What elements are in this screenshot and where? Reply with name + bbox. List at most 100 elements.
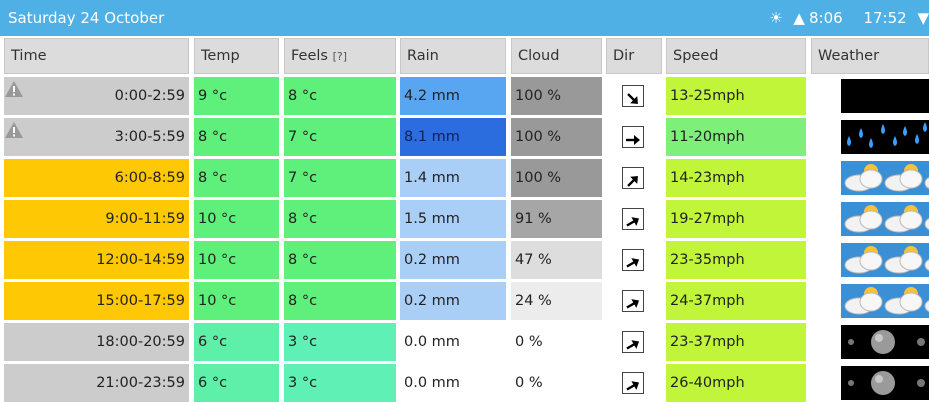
wind-direction-cell [606, 241, 662, 279]
weather-cell [811, 200, 929, 238]
wind-arrow-icon [622, 372, 644, 394]
temp-cell: 6 °c [194, 364, 279, 402]
speed-cell: 14-23mph [666, 159, 806, 197]
sunrise-up-icon: ▲ [793, 9, 805, 27]
feels-cell: 8 °c [284, 241, 396, 279]
weather-cell [811, 159, 929, 197]
table-header-row: Time Temp Feels [?] Rain Cloud Dir Speed… [0, 38, 929, 76]
rain-cell: 4.2 mm [400, 77, 506, 115]
table-row: 0:00-2:59 9 °c 8 °c 4.2 mm 100 % 13-25mph [0, 77, 929, 115]
partly-cloudy-icon [841, 243, 929, 277]
wind-direction-cell [606, 323, 662, 361]
day-header-bar: Saturday 24 October ☀ ▲ 8:06 17:52 ▼ [0, 0, 929, 36]
night-moon-icon [841, 366, 929, 400]
col-header-temp[interactable]: Temp [194, 38, 279, 74]
temp-cell: 6 °c [194, 323, 279, 361]
wind-arrow-icon [622, 85, 644, 107]
partly-cloudy-icon [841, 202, 929, 236]
col-header-dir[interactable]: Dir [606, 38, 662, 74]
wind-direction-cell [606, 159, 662, 197]
sun-times: ☀ ▲ 8:06 17:52 ▼ [763, 9, 929, 27]
cloud-cell: 47 % [511, 241, 602, 279]
speed-cell: 23-35mph [666, 241, 806, 279]
temp-cell: 10 °c [194, 200, 279, 238]
wind-arrow-icon [622, 208, 644, 230]
cloud-cell: 0 % [511, 323, 602, 361]
night-moon-icon [841, 325, 929, 359]
cloud-cell: 24 % [511, 282, 602, 320]
table-row: 9:00-11:59 10 °c 8 °c 1.5 mm 91 % 19-27mph [0, 200, 929, 238]
partly-cloudy-icon [841, 284, 929, 318]
wind-direction-cell [606, 200, 662, 238]
rain-cell: 1.5 mm [400, 200, 506, 238]
time-cell: 21:00-23:59 [4, 364, 189, 402]
col-header-feels[interactable]: Feels [?] [284, 38, 396, 74]
speed-cell: 11-20mph [666, 118, 806, 156]
time-cell: 0:00-2:59 [4, 77, 189, 115]
speed-cell: 24-37mph [666, 282, 806, 320]
feels-cell: 3 °c [284, 323, 396, 361]
feels-cell: 7 °c [284, 118, 396, 156]
night-clear-icon [841, 79, 929, 113]
col-header-cloud[interactable]: Cloud [511, 38, 602, 74]
feels-cell: 3 °c [284, 364, 396, 402]
speed-cell: 19-27mph [666, 200, 806, 238]
feels-label: Feels [291, 48, 328, 64]
time-cell: 12:00-14:59 [4, 241, 189, 279]
feels-cell: 7 °c [284, 159, 396, 197]
table-row: 6:00-8:59 8 °c 7 °c 1.4 mm 100 % 14-23mph [0, 159, 929, 197]
temp-cell: 8 °c [194, 159, 279, 197]
time-cell: 18:00-20:59 [4, 323, 189, 361]
sunset-down-icon: ▼ [917, 9, 929, 27]
sun-icon: ☀ [769, 9, 783, 27]
warning-icon[interactable] [4, 121, 24, 139]
feels-help-link[interactable]: [?] [333, 50, 347, 63]
table-row: 15:00-17:59 10 °c 8 °c 0.2 mm 24 % 24-37mph [0, 282, 929, 320]
time-cell: 3:00-5:59 [4, 118, 189, 156]
cloud-cell: 91 % [511, 200, 602, 238]
weather-cell [811, 323, 929, 361]
wind-direction-cell [606, 118, 662, 156]
wind-arrow-icon [622, 167, 644, 189]
col-header-speed[interactable]: Speed [666, 38, 806, 74]
cloud-cell: 0 % [511, 364, 602, 402]
warning-icon[interactable] [4, 80, 24, 98]
wind-arrow-icon [622, 126, 644, 148]
feels-cell: 8 °c [284, 77, 396, 115]
cloud-cell: 100 % [511, 159, 602, 197]
wind-arrow-icon [622, 331, 644, 353]
temp-cell: 8 °c [194, 118, 279, 156]
weather-cell [811, 77, 929, 115]
wind-direction-cell [606, 282, 662, 320]
partly-cloudy-icon [841, 161, 929, 195]
rain-cell: 0.2 mm [400, 282, 506, 320]
sunrise-time: 8:06 [808, 9, 843, 27]
table-row: 3:00-5:59 8 °c 7 °c 8.1 mm 100 % 11-20mph [0, 118, 929, 156]
rain-cell: 0.0 mm [400, 323, 506, 361]
col-header-weather[interactable]: Weather [811, 38, 929, 74]
wind-arrow-icon [622, 249, 644, 271]
temp-cell: 10 °c [194, 282, 279, 320]
wind-direction-cell [606, 77, 662, 115]
col-header-rain[interactable]: Rain [400, 38, 506, 74]
temp-cell: 10 °c [194, 241, 279, 279]
rain-cell: 1.4 mm [400, 159, 506, 197]
heavy-rain-icon [841, 120, 929, 154]
rain-cell: 0.2 mm [400, 241, 506, 279]
wind-direction-cell [606, 364, 662, 402]
rain-cell: 8.1 mm [400, 118, 506, 156]
time-cell: 6:00-8:59 [4, 159, 189, 197]
table-row: 18:00-20:59 6 °c 3 °c 0.0 mm 0 % 23-37mph [0, 323, 929, 361]
col-header-time[interactable]: Time [4, 38, 189, 74]
table-row: 12:00-14:59 10 °c 8 °c 0.2 mm 47 % 23-35mph [0, 241, 929, 279]
weather-cell [811, 118, 929, 156]
weather-cell [811, 282, 929, 320]
rain-cell: 0.0 mm [400, 364, 506, 402]
feels-cell: 8 °c [284, 200, 396, 238]
weather-cell [811, 241, 929, 279]
day-title: Saturday 24 October [8, 9, 165, 27]
speed-cell: 23-37mph [666, 323, 806, 361]
temp-cell: 9 °c [194, 77, 279, 115]
time-cell: 15:00-17:59 [4, 282, 189, 320]
weather-cell [811, 364, 929, 402]
